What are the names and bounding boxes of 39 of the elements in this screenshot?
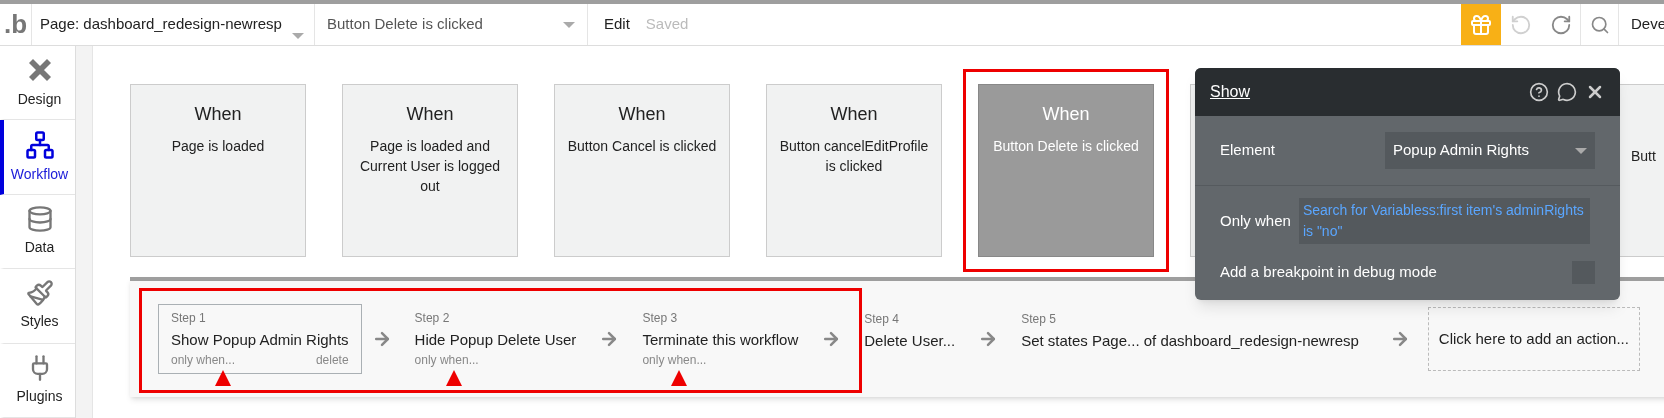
action-step[interactable]: Step 3 Terminate this workflow only when... [629,303,812,375]
caret-icon [292,33,304,39]
event-dropdown[interactable]: Button Delete is clicked [315,4,588,45]
add-action-button[interactable]: Click here to add an action... [1427,306,1640,372]
page-dropdown[interactable]: Page: dashboard_redesign-newresp [32,4,315,45]
hierarchy-icon [24,129,55,160]
element-dropdown[interactable]: Popup Admin Rights [1385,132,1595,169]
field-label: Only when [1220,210,1291,231]
event-card[interactable]: When Button Cancel is clicked [554,84,730,257]
field-label: Element [1220,140,1276,161]
sidebar-tab[interactable]: Styles [0,269,75,344]
event-card[interactable]: When Page is loaded and Current User is logged out [342,84,518,257]
search-icon [1589,14,1610,35]
event-card[interactable]: When Button cancelEditProfile is clicked [766,84,942,257]
caret-icon [563,21,575,28]
app-logo[interactable]: .b [0,4,32,45]
undo-icon [1510,13,1532,36]
save-status: Saved [645,14,689,35]
comment-icon[interactable] [1557,82,1577,102]
gift-icon [1469,12,1493,37]
sidebar-tab[interactable]: Data [0,194,75,270]
action-step[interactable]: Step 4 Delete User... [851,304,969,374]
gift-button[interactable] [1461,4,1501,45]
annotation-marker [215,370,231,386]
event-card[interactable]: When Page is loaded [130,84,306,257]
caret-icon [1575,147,1587,154]
annotation-marker [446,370,462,386]
sidebar-tab[interactable]: Plugins [0,343,75,418]
brush-icon [25,279,54,308]
help-icon[interactable] [1529,82,1549,102]
action-step[interactable]: Step 1 Show Popup Admin Rights only when... delete [158,303,362,375]
edit-menu[interactable]: Edit [588,4,646,45]
action-step[interactable]: Step 5 Set states Page... of dashboard_redesign-newresp [1008,304,1372,374]
redo-icon [1549,13,1572,36]
sidebar-tab[interactable]: Design [0,46,75,121]
annotation-marker [671,370,687,386]
field-label: Add a breakpoint in debug mode [1220,261,1437,282]
database-icon [25,205,54,233]
action-step[interactable]: Step 2 Hide Popup Delete User only when... [401,303,590,375]
